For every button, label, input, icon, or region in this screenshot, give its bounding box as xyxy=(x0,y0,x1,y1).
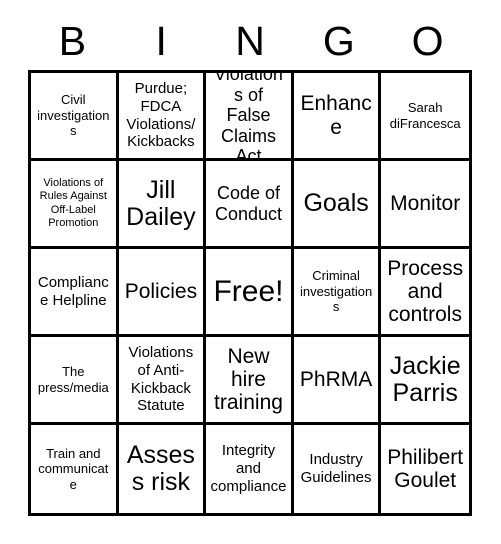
bingo-cell-n5[interactable]: Integrity and compliance xyxy=(206,425,294,513)
bingo-cell-label: Philibert Goulet xyxy=(387,445,464,492)
bingo-header-letter-o: O xyxy=(411,17,444,64)
bingo-cell-label: Violations of Anti-Kickback Statute xyxy=(128,344,194,415)
bingo-cell-g4[interactable]: PhRMA xyxy=(293,337,382,425)
bingo-free-space-label: Free! xyxy=(213,274,284,308)
bingo-cell-o1[interactable]: Sarah diFrancesca xyxy=(381,73,469,161)
bingo-cell-label: Process and controls xyxy=(387,256,464,327)
bingo-cell-label: Assess risk xyxy=(126,441,195,496)
bingo-cell-g2[interactable]: Goals xyxy=(293,161,382,249)
bingo-cell-b1[interactable]: Civil investigations xyxy=(31,73,119,161)
bingo-cell-g3[interactable]: Criminal investigations xyxy=(293,249,382,337)
bingo-cell-b2[interactable]: Violations of Rules Against Off-Label Pr… xyxy=(31,161,119,249)
bingo-cell-n2[interactable]: Code of Conduct xyxy=(206,161,294,249)
bingo-cell-label: Code of Conduct xyxy=(214,182,283,224)
bingo-header-letter-g: G xyxy=(322,17,355,64)
bingo-cell-label: Violations of False Claims Act xyxy=(214,73,283,161)
bingo-cell-label: Industry Guidelines xyxy=(300,451,372,486)
bingo-cell-label: Goals xyxy=(303,189,369,217)
bingo-cell-o2[interactable]: Monitor xyxy=(381,161,469,249)
bingo-cell-label: Jill Dailey xyxy=(126,175,196,231)
bingo-cell-n1[interactable]: Violations of False Claims Act xyxy=(206,73,294,161)
bingo-cell-i1[interactable]: Purdue; FDCA Violations/ Kickbacks xyxy=(118,73,207,161)
bingo-cell-label: Civil investigations xyxy=(37,92,110,139)
bingo-cell-label: New hire training xyxy=(214,344,283,415)
bingo-cell-i3[interactable]: Policies xyxy=(118,249,207,337)
bingo-cell-b5[interactable]: Train and communicate xyxy=(31,425,119,513)
bingo-cell-label: Train and communicate xyxy=(38,445,109,492)
bingo-cell-label: Integrity and compliance xyxy=(210,442,287,495)
bingo-cell-label: Purdue; FDCA Violations/ Kickbacks xyxy=(126,80,196,151)
bingo-cell-label: Compliance Helpline xyxy=(37,273,109,309)
bingo-cell-label: PhRMA xyxy=(299,367,373,391)
bingo-cell-n4[interactable]: New hire training xyxy=(206,337,294,425)
bingo-cell-o3[interactable]: Process and controls xyxy=(381,249,469,337)
bingo-header-letter-n: N xyxy=(235,17,265,64)
bingo-cell-b3[interactable]: Compliance Helpline xyxy=(31,249,119,337)
bingo-header: B I N G O xyxy=(28,14,472,68)
bingo-cell-i2[interactable]: Jill Dailey xyxy=(118,161,207,249)
bingo-cell-i5[interactable]: Assess risk xyxy=(118,425,207,513)
bingo-cell-label: Jackie Parris xyxy=(389,351,461,407)
bingo-card: B I N G O Civil investigations Purdue; F… xyxy=(0,0,501,544)
bingo-cell-g5[interactable]: Industry Guidelines xyxy=(293,425,382,513)
bingo-cell-b4[interactable]: The press/media xyxy=(31,337,119,425)
bingo-cell-label: Criminal investigations xyxy=(299,268,373,315)
bingo-cell-label: The press/media xyxy=(37,363,109,395)
bingo-header-letter-b: B xyxy=(58,17,87,64)
bingo-cell-label: Violations of Rules Against Off-Label Pr… xyxy=(39,176,107,229)
bingo-grid: Civil investigations Purdue; FDCA Violat… xyxy=(28,70,472,516)
bingo-header-letter-i: I xyxy=(155,17,167,64)
bingo-cell-o5[interactable]: Philibert Goulet xyxy=(381,425,469,513)
bingo-cell-label: Sarah diFrancesca xyxy=(389,99,461,131)
bingo-cell-g1[interactable]: Enhance xyxy=(293,73,382,161)
bingo-cell-label: Monitor xyxy=(390,191,461,215)
bingo-cell-free-space[interactable]: Free! xyxy=(206,249,294,337)
bingo-cell-i4[interactable]: Violations of Anti-Kickback Statute xyxy=(118,337,207,425)
bingo-cell-o4[interactable]: Jackie Parris xyxy=(381,337,469,425)
bingo-cell-label: Enhance xyxy=(300,92,372,139)
bingo-cell-label: Policies xyxy=(124,279,198,303)
